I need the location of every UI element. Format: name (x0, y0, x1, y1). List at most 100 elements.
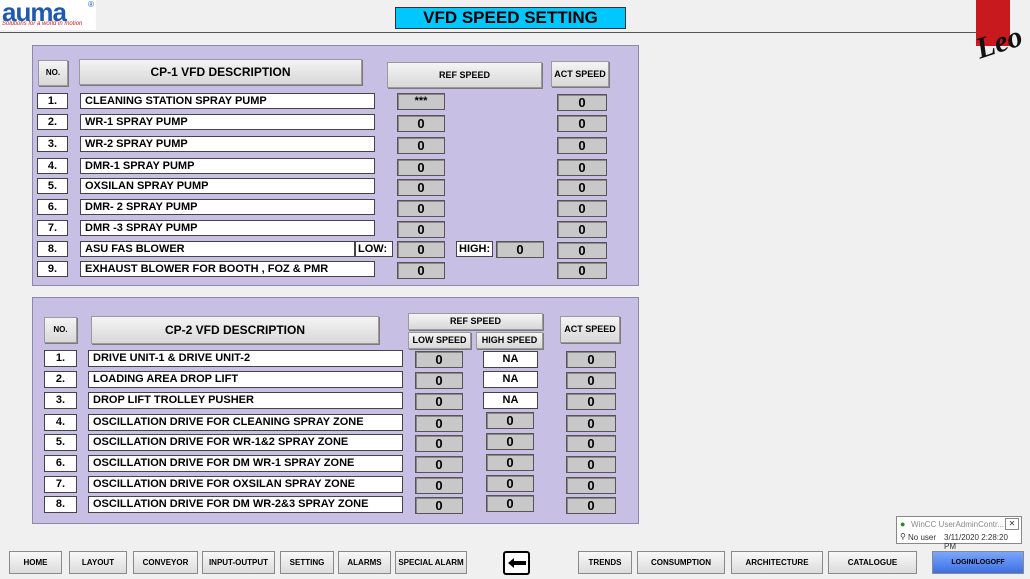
user-admin-icon: ● (900, 519, 906, 529)
cp2-header-act-speed: ACT SPEED (560, 316, 620, 343)
cp1-header-act-speed: ACT SPEED (551, 61, 609, 87)
cp2-row-2-high: NA (483, 371, 538, 388)
cp1-row-4-desc: DMR-1 SPRAY PUMP (80, 158, 375, 174)
cp1-row-1-act: 0 (557, 94, 607, 111)
leo-logo: Leo (970, 0, 1030, 65)
cp2-row-5-high[interactable]: 0 (486, 433, 534, 450)
cp1-row-9-ref[interactable]: 0 (397, 262, 445, 279)
cp1-row-3-act: 0 (557, 137, 607, 154)
nav-architecture-button[interactable]: ARCHITECTURE (731, 551, 823, 574)
cp2-row-1-high: NA (483, 351, 538, 368)
cp2-row-6-act: 0 (566, 456, 616, 473)
cp2-row-2-low[interactable]: 0 (415, 372, 463, 389)
cp2-row-4-low[interactable]: 0 (415, 415, 463, 432)
nav-login-logoff-button[interactable]: LOGIN/LOGOFF (932, 551, 1024, 574)
cp1-row-6-no: 6. (37, 199, 68, 215)
cp2-row-7-act: 0 (566, 477, 616, 494)
cp1-row-8-high-value[interactable]: 0 (496, 241, 544, 258)
cp2-row-2-act: 0 (566, 372, 616, 389)
cp1-row-3-no: 3. (37, 136, 68, 152)
cp1-row-9-no: 9. (37, 261, 68, 277)
cp1-row-5-act: 0 (557, 179, 607, 196)
cp1-row-8-low-value[interactable]: 0 (397, 241, 445, 258)
header-divider (0, 32, 1000, 33)
cp2-row-4-act: 0 (566, 415, 616, 432)
cp2-row-3-low[interactable]: 0 (415, 393, 463, 410)
nav-home-button[interactable]: HOME (9, 551, 62, 574)
nav-conveyor-button[interactable]: CONVEYOR (133, 551, 198, 574)
cp2-row-6-desc: OSCILLATION DRIVE FOR DM WR-1 SPRAY ZONE (88, 455, 403, 472)
cp2-header-description: CP-2 VFD DESCRIPTION (91, 316, 379, 344)
cp2-header-high-speed: HIGH SPEED (476, 332, 543, 349)
back-button[interactable] (503, 551, 530, 575)
cp1-row-1-ref[interactable]: *** (397, 93, 445, 110)
cp2-row-7-low[interactable]: 0 (415, 477, 463, 494)
cp2-row-6-no: 6. (44, 455, 77, 472)
back-arrow-icon (508, 558, 526, 568)
nav-alarms-button[interactable]: ALARMS (338, 551, 391, 574)
nav-catalogue-button[interactable]: CATALOGUE (828, 551, 917, 574)
cp1-row-1-no: 1. (37, 93, 68, 109)
cp1-row-3-ref[interactable]: 0 (397, 137, 445, 154)
cp1-row-7-act: 0 (557, 221, 607, 238)
cp2-row-8-high[interactable]: 0 (486, 495, 534, 512)
nav-trends-button[interactable]: TRENDS (578, 551, 632, 574)
cp2-row-6-low[interactable]: 0 (415, 456, 463, 473)
auma-logo-tagline: Solutions for a world in motion (2, 21, 83, 27)
user-name: No user (908, 533, 937, 542)
nav-layout-button[interactable]: LAYOUT (69, 551, 127, 574)
nav-setting-button[interactable]: SETTING (280, 551, 334, 574)
cp1-row-2-no: 2. (37, 114, 68, 130)
cp1-row-2-ref[interactable]: 0 (397, 115, 445, 132)
cp2-row-8-act: 0 (566, 497, 616, 514)
auma-logo-mark: ® (88, 0, 94, 9)
nav-consumption-button[interactable]: CONSUMPTION (637, 551, 725, 574)
cp2-row-4-high[interactable]: 0 (486, 412, 534, 429)
auma-logo: auma ® Solutions for a world in motion (0, 0, 96, 30)
cp1-header-description: CP-1 VFD DESCRIPTION (79, 59, 362, 85)
cp2-row-4-no: 4. (44, 414, 77, 431)
cp2-row-1-low[interactable]: 0 (415, 351, 463, 368)
cp1-row-4-ref[interactable]: 0 (397, 159, 445, 176)
key-icon: ⚲ (900, 532, 906, 541)
cp1-row-7-no: 7. (37, 220, 68, 236)
cp2-row-1-no: 1. (44, 350, 77, 367)
cp1-row-6-ref[interactable]: 0 (397, 200, 445, 217)
nav-input-output-button[interactable]: INPUT-OUTPUT (202, 551, 275, 574)
user-status-box[interactable]: ● WinCC UserAdminContr... ✕ ⚲ No user 3/… (896, 516, 1022, 551)
cp1-header-ref-speed: REF SPEED (387, 62, 542, 88)
cp2-header-no: NO. (44, 317, 77, 343)
cp1-row-8-low-label: LOW: (355, 241, 393, 257)
cp1-row-6-act: 0 (557, 200, 607, 217)
cp2-panel: NO. CP-2 VFD DESCRIPTION REF SPEED LOW S… (32, 297, 639, 524)
close-icon[interactable]: ✕ (1005, 518, 1019, 530)
page-title: VFD SPEED SETTING (395, 7, 626, 29)
cp1-row-3-desc: WR-2 SPRAY PUMP (80, 136, 375, 152)
cp1-row-8-act: 0 (557, 242, 607, 259)
cp2-row-1-act: 0 (566, 351, 616, 368)
cp1-row-9-desc: EXHAUST BLOWER FOR BOOTH , FOZ & PMR (80, 261, 375, 277)
cp1-row-2-act: 0 (557, 115, 607, 132)
cp1-row-6-desc: DMR- 2 SPRAY PUMP (80, 199, 375, 215)
cp1-row-8-desc: ASU FAS BLOWER (80, 241, 355, 257)
cp2-row-5-desc: OSCILLATION DRIVE FOR WR-1&2 SPRAY ZONE (88, 434, 403, 451)
cp2-row-5-low[interactable]: 0 (415, 435, 463, 452)
cp1-row-5-desc: OXSILAN SPRAY PUMP (80, 178, 375, 194)
nav-special-alarm-button[interactable]: SPECIAL ALARM (395, 551, 467, 574)
status-datetime: 3/11/2020 2:28:20 PM (944, 533, 1008, 551)
cp2-row-7-no: 7. (44, 476, 77, 493)
cp1-row-7-ref[interactable]: 0 (397, 221, 445, 238)
cp1-header-no: NO. (38, 60, 68, 86)
cp2-row-7-high[interactable]: 0 (486, 475, 534, 492)
cp1-row-1-desc: CLEANING STATION SPRAY PUMP (80, 93, 375, 109)
cp2-row-2-desc: LOADING AREA DROP LIFT (88, 371, 403, 388)
cp2-row-8-no: 8. (44, 496, 77, 513)
cp1-row-8-no: 8. (37, 241, 68, 257)
cp2-row-8-low[interactable]: 0 (415, 497, 463, 514)
cp1-row-5-ref[interactable]: 0 (397, 179, 445, 196)
cp2-row-3-desc: DROP LIFT TROLLEY PUSHER (88, 392, 403, 409)
cp2-row-3-act: 0 (566, 393, 616, 410)
cp2-row-6-high[interactable]: 0 (486, 454, 534, 471)
cp2-row-2-no: 2. (44, 371, 77, 388)
cp1-row-4-no: 4. (37, 158, 68, 174)
